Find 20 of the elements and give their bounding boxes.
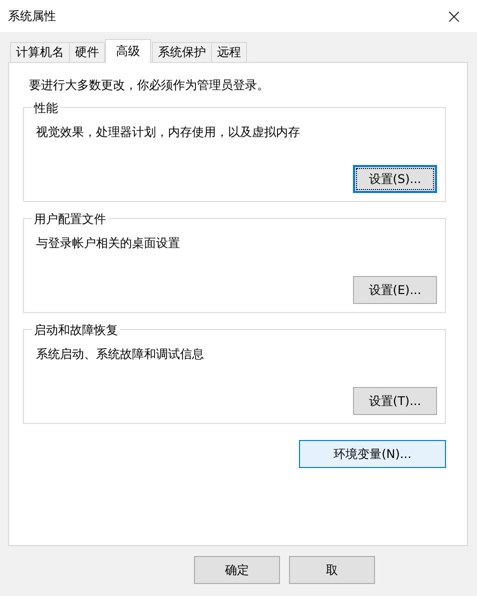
group-title: 性能: [32, 100, 60, 117]
dialog-button[interactable]: 确定: [194, 556, 280, 584]
group-description: 与登录帐户相关的桌面设置: [36, 235, 181, 252]
tab[interactable]: 高级: [105, 39, 151, 63]
tab[interactable]: 计算机名: [10, 42, 70, 62]
settings-button[interactable]: 设置(E)...: [353, 276, 437, 304]
settings-button[interactable]: 设置(T)...: [353, 387, 437, 415]
group-description: 系统启动、系统故障和调试信息: [36, 346, 205, 363]
group-title: 启动和故障恢复: [32, 322, 120, 339]
close-button[interactable]: ×: [431, 0, 477, 32]
settings-button[interactable]: 设置(S)...: [353, 165, 437, 193]
environment-variables-button[interactable]: 环境变量(N)...: [299, 440, 446, 468]
window-title: 系统属性: [8, 8, 56, 24]
tab[interactable]: 系统保护: [152, 42, 212, 62]
tab[interactable]: 远程: [211, 42, 247, 62]
tab[interactable]: 硬件: [69, 42, 105, 62]
dialog-button[interactable]: 取: [289, 556, 375, 584]
group-title: 用户配置文件: [32, 211, 108, 228]
group-description: 视觉效果，处理器计划，内存使用，以及虚拟内存: [36, 124, 301, 141]
admin-notice: 要进行大多数更改，你必须作为管理员登录。: [29, 77, 270, 94]
